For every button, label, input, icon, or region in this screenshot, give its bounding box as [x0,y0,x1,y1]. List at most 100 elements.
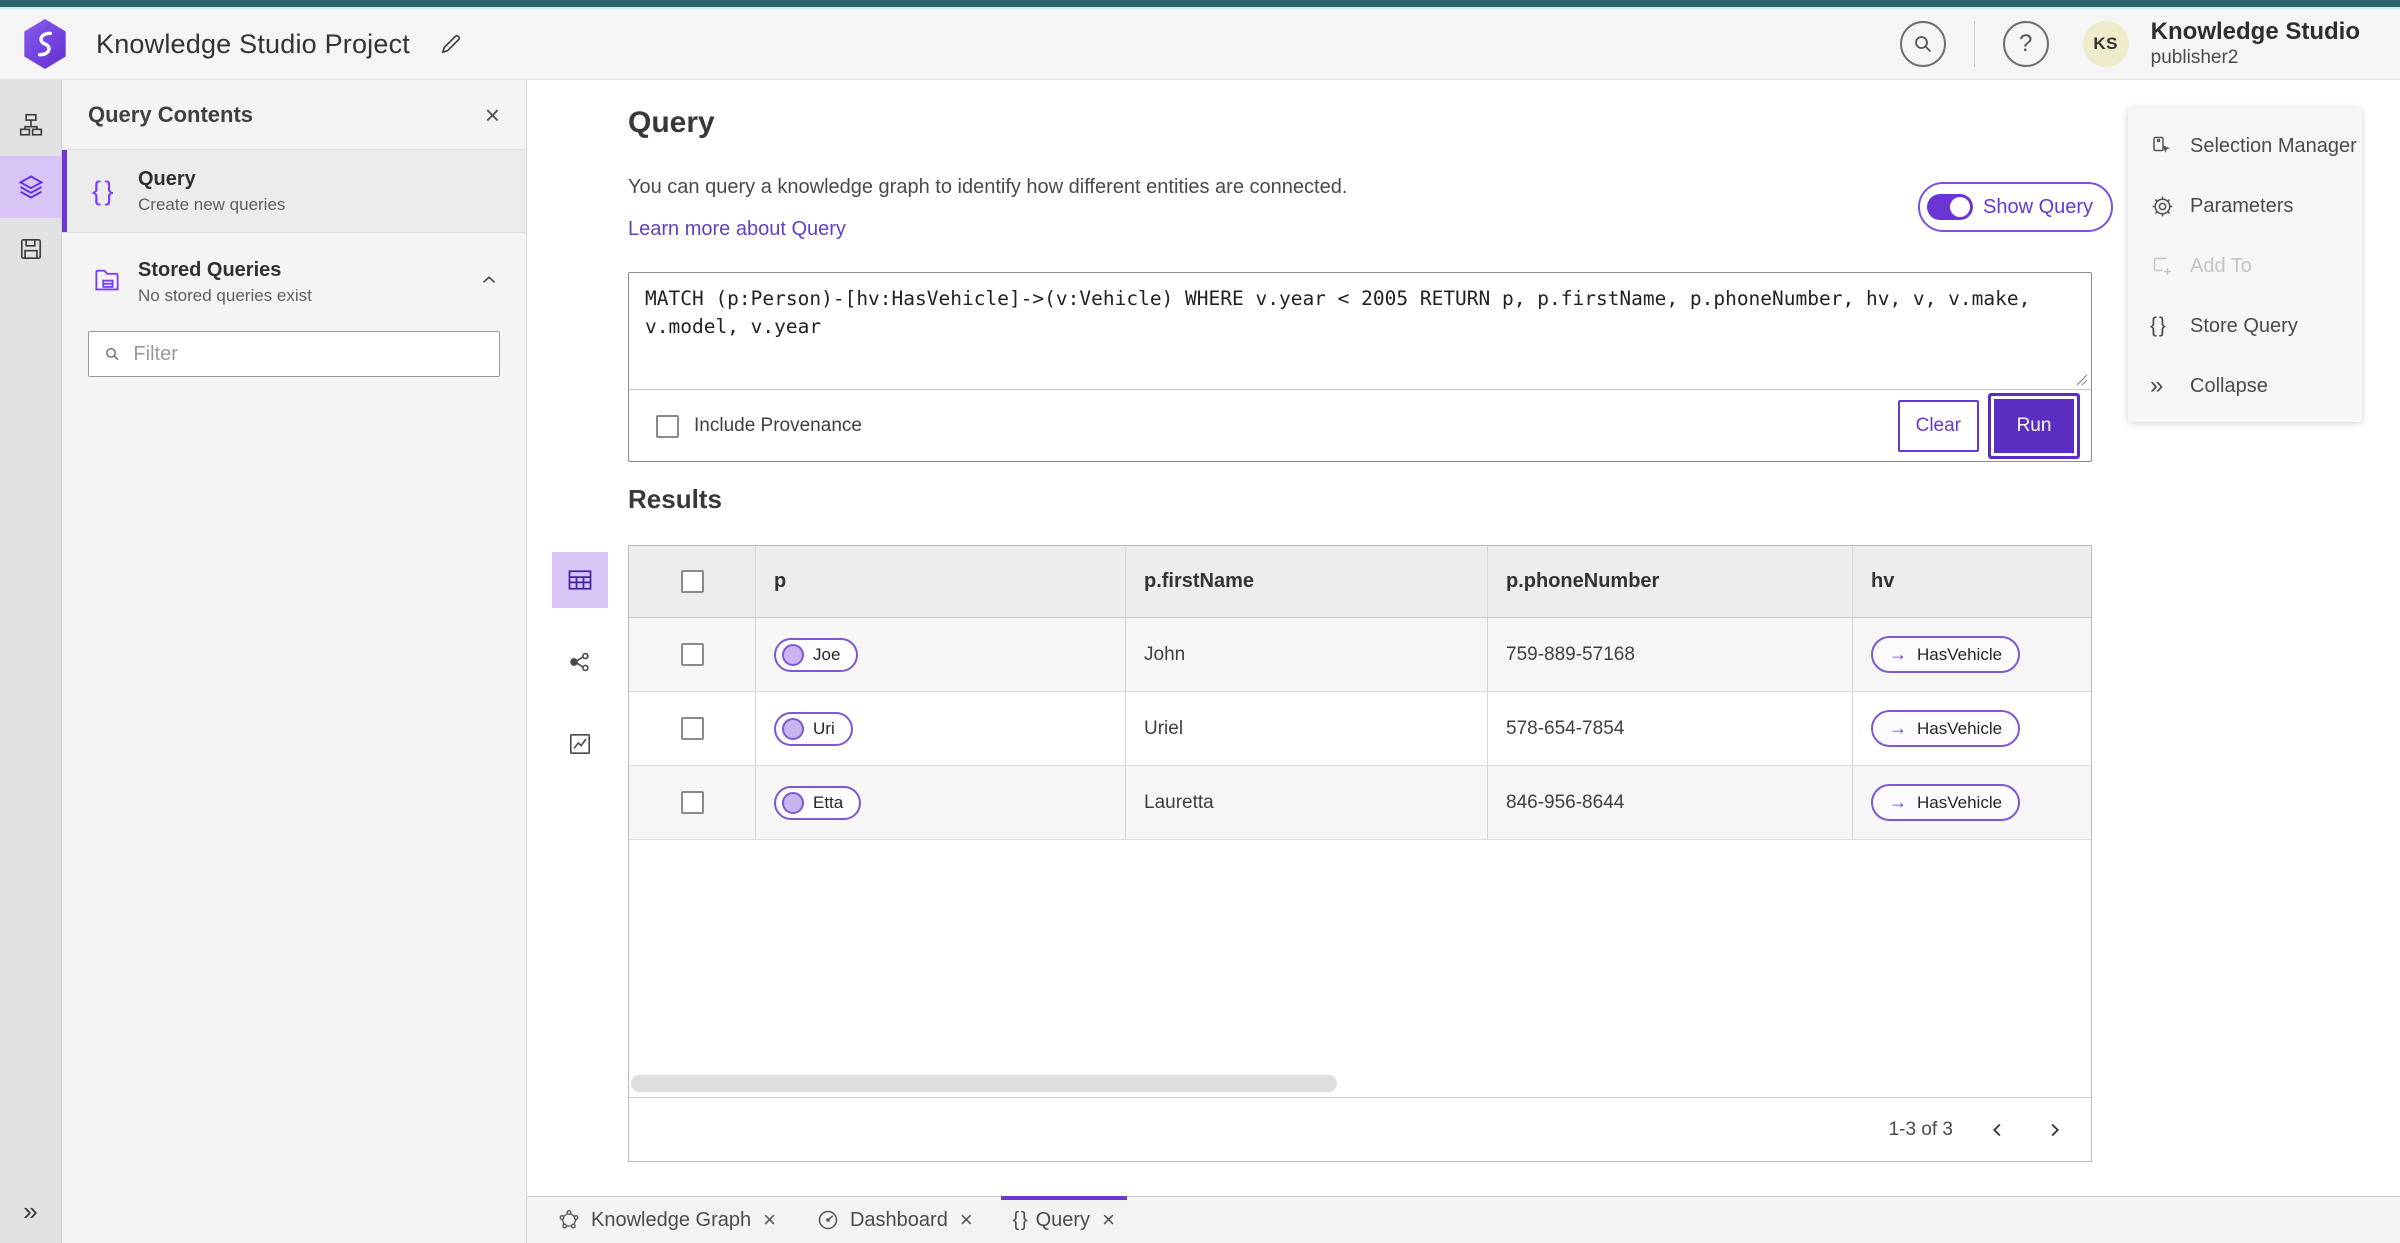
panel-close-icon[interactable]: × [485,102,500,128]
parameters-button[interactable]: Parameters [2128,176,2362,236]
help-icon: ? [2018,30,2033,57]
stored-queries-label: Stored Queries [138,258,282,281]
next-page-button[interactable] [2043,1119,2065,1141]
user-block[interactable]: Knowledge Studio publisher2 [2150,18,2360,68]
entity-label: Uri [813,718,835,738]
table-icon [568,570,592,590]
store-query-label: Store Query [2190,314,2298,337]
braces-icon: { } [1012,1208,1028,1231]
entity-pill[interactable]: Etta [774,785,862,820]
pencil-icon [441,34,461,54]
app-header: Knowledge Studio Project ? KS Knowledge … [0,9,2400,80]
tab-close-icon[interactable]: × [1102,1209,1115,1231]
cell-phonenumber: 846-956-8644 [1506,791,1625,813]
toggle-track[interactable] [1927,194,1973,220]
rail-layers-button[interactable] [0,156,62,218]
row-checkbox[interactable] [680,791,704,814]
search-button[interactable] [1899,21,1946,67]
user-name: Knowledge Studio [2150,18,2360,46]
filter-field[interactable] [88,331,500,377]
logo-swirl-icon [37,31,53,57]
tab-dashboard[interactable]: Dashboard × [804,1197,985,1243]
app-logo[interactable] [24,19,66,69]
entity-pill[interactable]: Joe [774,637,859,672]
show-query-label: Show Query [1983,195,2094,218]
table-view-button[interactable] [552,552,608,608]
avatar[interactable]: KS [2082,21,2129,67]
stored-queries-description: No stored queries exist [138,285,312,305]
query-textarea[interactable]: MATCH (p:Person)-[hv:HasVehicle]->(v:Veh… [629,273,2091,390]
left-rail: » [0,80,62,1243]
row-checkbox[interactable] [680,717,704,740]
include-provenance-checkbox[interactable] [656,414,679,438]
chart-view-button[interactable] [552,716,608,772]
relationship-pill[interactable]: → HasVehicle [1871,784,2021,821]
cell-phonenumber: 578-654-7854 [1506,717,1625,739]
tab-close-icon[interactable]: × [763,1209,776,1231]
table-row: Joe John 759-889-57168 → HasVehicle [629,618,2091,692]
query-editor: MATCH (p:Person)-[hv:HasVehicle]->(v:Veh… [628,272,2092,462]
cell-firstname: John [1144,643,1186,665]
relationship-pill[interactable]: → HasVehicle [1871,710,2021,747]
chevron-left-icon [1993,1123,2001,1136]
braces-icon: { } [92,175,114,206]
edit-title-button[interactable] [438,31,464,57]
tab-query[interactable]: { } Query × [1000,1196,1128,1243]
stored-queries-folder-icon [95,269,119,290]
query-text: MATCH (p:Person)-[hv:HasVehicle]->(v:Veh… [645,287,2043,339]
column-header-phonenumber[interactable]: p.phoneNumber [1506,570,1659,593]
select-all-checkbox[interactable] [680,570,704,593]
resize-handle[interactable] [2076,374,2088,386]
gear-icon [2152,196,2173,216]
help-button[interactable]: ? [2002,21,2049,67]
rail-save-button[interactable] [0,218,62,280]
collapse-button[interactable]: » Collapse [2128,356,2362,416]
cell-phonenumber: 759-889-57168 [1506,643,1635,665]
sidebar-item-query-label: Query [138,167,196,190]
toggle-knob [1950,197,1970,217]
relationship-label: HasVehicle [1917,792,2003,812]
results-table-card: p p.firstName p.phoneNumber hv Joe John … [628,545,2092,1162]
results-view-toolbar [552,552,608,772]
horizontal-scrollbar[interactable] [631,1075,1337,1092]
filter-input[interactable] [133,342,485,366]
tab-close-icon[interactable]: × [960,1209,973,1231]
knowledge-graph-icon [559,1210,579,1229]
relationship-pill[interactable]: → HasVehicle [1871,636,2021,673]
selection-manager-button[interactable]: Selection Manager [2128,116,2362,176]
column-header-hv[interactable]: hv [1871,570,1894,593]
pagination-range: 1-3 of 3 [1888,1118,1953,1140]
learn-more-link[interactable]: Learn more about Query [628,218,846,241]
sidebar-item-query-description: Create new queries [138,194,286,214]
show-query-toggle[interactable]: Show Query [1918,182,2114,232]
add-to-label: Add To [2190,254,2252,277]
entity-pill[interactable]: Uri [774,711,853,746]
selection-manager-icon [2153,136,2170,153]
page-description: You can query a knowledge graph to ident… [628,176,1348,198]
chart-icon [569,733,591,755]
pagination-bar: 1-3 of 3 [629,1097,2091,1161]
column-header-firstname[interactable]: p.firstName [1144,570,1254,593]
rail-sitemap-button[interactable] [0,94,62,156]
rail-expand-button[interactable]: » [23,1196,37,1227]
entity-node-icon [782,643,804,666]
collapse-section-button[interactable] [478,269,500,296]
column-header-p[interactable]: p [774,570,786,593]
previous-page-button[interactable] [1987,1119,2009,1141]
selected-accent-bar [62,150,67,232]
results-title: Results [628,484,722,514]
entity-node-icon [782,791,804,814]
row-checkbox[interactable] [680,643,704,666]
sidebar-item-stored-queries[interactable]: Stored Queries No stored queries exist [62,249,526,315]
sidebar-item-query[interactable]: { } Query Create new queries [62,150,526,233]
filter-search-icon [106,347,119,361]
store-query-button[interactable]: { } Store Query [2128,296,2362,356]
run-button[interactable]: Run [1991,396,2077,456]
tab-label: Dashboard [849,1208,948,1231]
braces-icon: { } [2150,314,2166,337]
save-icon [20,238,41,260]
clear-button[interactable]: Clear [1897,400,1979,452]
tab-knowledge-graph[interactable]: Knowledge Graph × [545,1197,788,1243]
graph-view-button[interactable] [552,634,608,690]
entity-label: Etta [813,792,844,812]
